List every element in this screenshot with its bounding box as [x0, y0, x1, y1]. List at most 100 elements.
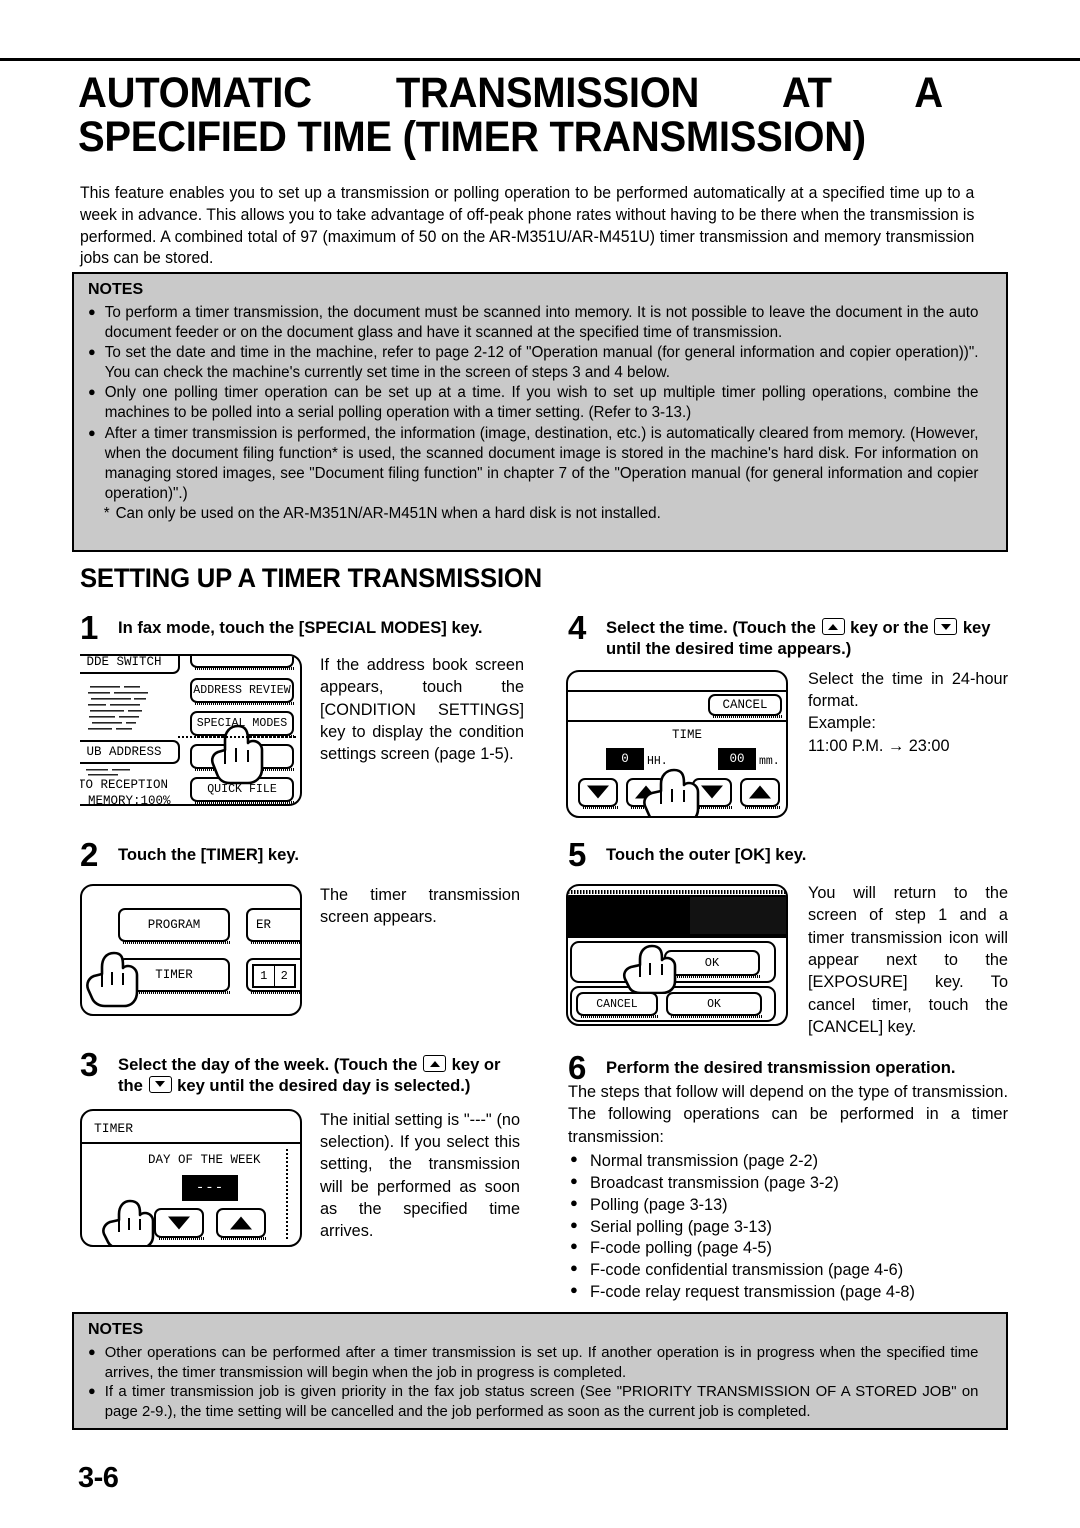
- step-2-title: Touch the [TIMER] key.: [118, 845, 299, 864]
- bullet-icon: ●: [570, 1282, 578, 1298]
- inner-ok-button[interactable]: OK: [664, 950, 761, 978]
- top-blank-button[interactable]: [190, 656, 295, 670]
- footnote-text: Can only be used on the AR-M351N/AR-M451…: [115, 504, 661, 522]
- minute-unit-label: mm.: [759, 754, 780, 768]
- operation-text: F-code polling (page 4-5): [590, 1239, 772, 1258]
- sub-address-button[interactable]: UB ADDRESS: [80, 740, 180, 764]
- step-1-lcd-panel: DDE SWITCH UB ADDRESS TO RECEPTION MEMOR…: [80, 654, 302, 806]
- step-3-text: The initial setting is "---" (no selecti…: [320, 1110, 520, 1241]
- outer-ok-button[interactable]: OK: [666, 992, 763, 1018]
- note-item: ● Only one polling timer operation can be…: [88, 383, 978, 423]
- operations-list: ● Normal transmission (page 2-2) ● Broadca…: [568, 1151, 1008, 1304]
- notes-title: NOTES: [88, 1321, 144, 1338]
- operation-text: Serial polling (page 3-13): [590, 1217, 772, 1236]
- special-modes-button[interactable]: SPECIAL MODES: [190, 711, 295, 738]
- day-decrement-button[interactable]: [154, 1207, 205, 1240]
- step-4-title-part2: key or the: [850, 618, 929, 637]
- cancel-label: CANCEL: [722, 697, 768, 712]
- manual-page: AUTOMATIC TRANSMISSION AT A SPECIFIED TI…: [0, 0, 1080, 1528]
- step-4-text: Select the time in 24-hour format. Examp…: [808, 668, 1008, 757]
- step-2: 2 Touch the [TIMER] key. PROGRAM ER TIME…: [80, 838, 530, 1016]
- program-button[interactable]: PROGRAM: [118, 908, 231, 944]
- hour-value-field[interactable]: 0: [606, 747, 644, 770]
- step-4-text-line2: Example:: [808, 714, 876, 733]
- memory-status-label: MEMORY:100%: [88, 794, 171, 806]
- step-2-number: 2: [80, 836, 99, 873]
- day-value-field[interactable]: ---: [182, 1174, 238, 1201]
- hour-increment-button[interactable]: [626, 777, 667, 809]
- page-title: AUTOMATIC TRANSMISSION AT A SPECIFIED TI…: [78, 69, 943, 160]
- quick-file-button[interactable]: QUICK FILE: [190, 777, 295, 804]
- operation-item: ● F-code relay request transmission (page…: [568, 1282, 1008, 1304]
- step-3-title-part3: key until the desired day is selected.): [177, 1075, 471, 1095]
- step-4-text-line3: 11:00 P.M. → 23:00: [808, 736, 950, 755]
- obscured-text-scribble: [88, 686, 148, 730]
- bullet-icon: ●: [88, 1383, 96, 1399]
- minute-decrement-button[interactable]: [692, 777, 733, 809]
- note-item: ● After a timer transmission is performed…: [88, 424, 978, 504]
- page-indicator: 1 2: [252, 964, 296, 988]
- intro-paragraph: This feature enables you to set up a tra…: [80, 184, 975, 268]
- cancel-button[interactable]: CANCEL: [576, 992, 659, 1018]
- footnote-marker: *: [103, 504, 110, 522]
- special-modes-label: SPECIAL MODES: [196, 717, 288, 730]
- cancel-button[interactable]: CANCEL: [708, 693, 783, 718]
- step-3-title: Select the day of the week. (Touch the k…: [118, 1055, 501, 1095]
- up-arrow-key-icon: [821, 618, 845, 635]
- bullet-icon: ●: [570, 1238, 578, 1254]
- status-area-inset: [690, 897, 786, 934]
- pointing-hand-icon: [102, 1199, 155, 1245]
- step-2-lcd-panel: PROGRAM ER TIMER 1 2: [80, 884, 302, 1016]
- eraser-label-partial: ER: [256, 918, 272, 932]
- bullet-icon: ●: [88, 384, 96, 400]
- operation-text: Broadcast transmission (page 3-2): [590, 1173, 839, 1192]
- minute-value-field[interactable]: 00: [718, 747, 756, 770]
- bullet-icon: ●: [570, 1260, 578, 1276]
- bullet-icon: ●: [88, 1344, 96, 1359]
- day-value: ---: [195, 1179, 225, 1196]
- bullet-icon: ●: [88, 344, 96, 360]
- operation-item: ● Normal transmission (page 2-2): [568, 1151, 1008, 1173]
- step-4: 4 Select the time. (Touch the key or the…: [566, 611, 1008, 818]
- header-rule: [0, 58, 1080, 61]
- day-increment-button[interactable]: [216, 1207, 267, 1240]
- note-text: To perform a timer transmission, the doc…: [104, 304, 979, 342]
- eraser-button-partial[interactable]: ER: [246, 908, 300, 944]
- step-4-number: 4: [568, 609, 587, 646]
- step-5-title: Touch the outer [OK] key.: [606, 845, 807, 864]
- screen-title: TIMER: [94, 1120, 134, 1136]
- hour-value: 0: [621, 751, 629, 766]
- panel-scroll-divider: [286, 1148, 288, 1241]
- obscured-text-scribble-2: [86, 769, 130, 776]
- hour-unit-label: HH.: [647, 754, 668, 768]
- step-4-title-part1: Select the time. (Touch the: [606, 618, 816, 637]
- page-title-line1: AUTOMATIC TRANSMISSION AT A: [78, 69, 943, 117]
- operation-item: ● F-code confidential transmission (page …: [568, 1260, 1008, 1282]
- minute-value: 00: [729, 751, 745, 766]
- timer-button[interactable]: TIMER: [118, 958, 231, 994]
- operation-item: ● F-code polling (page 4-5): [568, 1238, 1008, 1260]
- step-4-lcd-panel: CANCEL TIME 0 HH. 00 mm.: [566, 669, 788, 818]
- step-3: 3 Select the day of the week. (Touch the…: [80, 1048, 530, 1247]
- step-1-head: 1 In fax mode, touch the [SPECIAL MODES]…: [80, 611, 530, 644]
- note-item: ● Other operations can be performed after…: [88, 1343, 978, 1382]
- bullet-icon: ●: [570, 1216, 578, 1232]
- minute-increment-button[interactable]: [740, 777, 781, 809]
- mode-switch-button[interactable]: DDE SWITCH: [80, 656, 180, 674]
- page-number: 3-6: [78, 1462, 119, 1494]
- operation-text: F-code confidential transmission (page 4…: [590, 1261, 904, 1280]
- day-of-week-label: DAY OF THE WEEK: [148, 1152, 261, 1167]
- operation-text: Polling (page 3-13): [590, 1195, 728, 1214]
- operation-item: ● Polling (page 3-13): [568, 1195, 1008, 1217]
- step-6-body: The steps that follow will depend on the…: [568, 1081, 1008, 1304]
- notes-title: NOTES: [88, 281, 144, 298]
- hour-decrement-button[interactable]: [578, 777, 619, 809]
- outer-ok-label: OK: [707, 997, 721, 1011]
- address-review-button[interactable]: ADDRESS REVIEW: [190, 678, 295, 705]
- blank-button[interactable]: [190, 744, 295, 771]
- notes-list: ● To perform a timer transmission, the do…: [74, 303, 1006, 530]
- title-divider: [82, 1141, 300, 1144]
- panel-divider: [178, 736, 298, 738]
- header-divider: [568, 719, 786, 722]
- note-text: Other operations can be performed after …: [104, 1344, 979, 1381]
